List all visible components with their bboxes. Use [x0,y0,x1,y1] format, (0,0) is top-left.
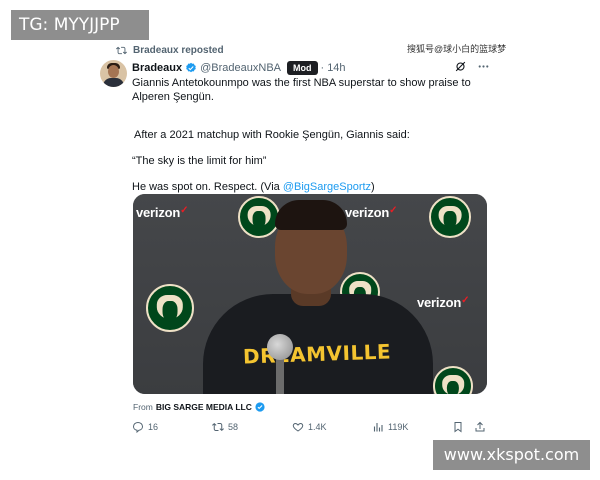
video-thumbnail[interactable]: verizon✓ verizon✓ verizon✓ DREAMVILLE [133,194,487,394]
repost-button[interactable]: 58 [212,421,238,433]
verified-badge-icon [186,62,196,73]
time-separator: · [320,62,325,74]
source-prefix: From [133,402,153,412]
views-button[interactable]: 119K [372,421,408,433]
verizon-logo-text: verizon [136,205,181,220]
tweet-line-4: He was spot on. Respect. (Via @BigSargeS… [132,180,375,194]
header-actions [454,60,490,73]
repost-label: Bradeaux reposted [133,45,224,56]
reply-button[interactable]: 16 [132,421,158,433]
repost-count: 58 [228,422,239,432]
bucks-logo [146,284,194,332]
tweet-header: Bradeaux @BradeauxNBA Mod · 14h [132,60,502,76]
media-source: From BIG SARGE MEDIA LLC [133,402,265,412]
verizon-logo-mark: ✓ [461,295,470,306]
share-icon [475,421,485,432]
screenshot-page: TG: MYYJJPP 搜狐号@球小白的篮球梦 Bradeaux reposte… [0,0,600,480]
reply-count: 16 [148,422,159,432]
tweet-actions: 16 58 1.4K 119K [132,421,488,437]
via-link[interactable]: @BigSargeSportz [283,181,371,193]
share-button[interactable] [474,421,486,433]
author-name[interactable]: Bradeaux [132,62,182,74]
repost-icon [212,422,224,432]
mod-badge: Mod [287,61,318,75]
source-name[interactable]: BIG SARGE MEDIA LLC [156,402,252,412]
verizon-logo-mark: ✓ [180,205,189,216]
player-figure: DREAMVILLE [193,194,433,394]
tweet-line-3: “The sky is the limit for him” [132,155,267,167]
verizon-logo: verizon✓ [136,205,189,220]
grok-icon[interactable] [454,60,467,73]
views-icon [373,423,383,432]
tweet-line-1: Giannis Antetokounmpo was the first NBA … [132,77,471,103]
like-count: 1.4K [308,422,327,432]
tweet-card[interactable]: Bradeaux reposted Bradeaux @BradeauxNBA … [96,42,502,438]
reply-icon [132,421,144,433]
heart-icon [292,422,304,432]
author-handle[interactable]: @BradeauxNBA [200,62,281,74]
avatar[interactable] [100,60,127,87]
repost-icon [116,46,127,55]
tweet-line-4-suffix: ) [371,181,375,193]
bookmark-button[interactable] [452,421,464,433]
microphone-icon [267,334,293,360]
tweet-line-4-prefix: He was spot on. Respect. (Via [132,181,283,193]
watermark-bottom-right: www.xkspot.com [433,440,590,470]
post-time[interactable]: 14h [327,62,345,74]
bucks-logo [429,196,471,238]
more-options-icon[interactable] [477,60,490,73]
verified-badge-icon [255,402,265,412]
watermark-top-left: TG: MYYJJPP [11,10,149,40]
tweet-line-2: After a 2021 matchup with Rookie Şengün,… [134,129,410,141]
views-count: 119K [388,422,409,432]
repost-indicator: Bradeaux reposted [116,45,224,56]
like-button[interactable]: 1.4K [292,421,327,433]
bookmark-icon [454,422,462,433]
